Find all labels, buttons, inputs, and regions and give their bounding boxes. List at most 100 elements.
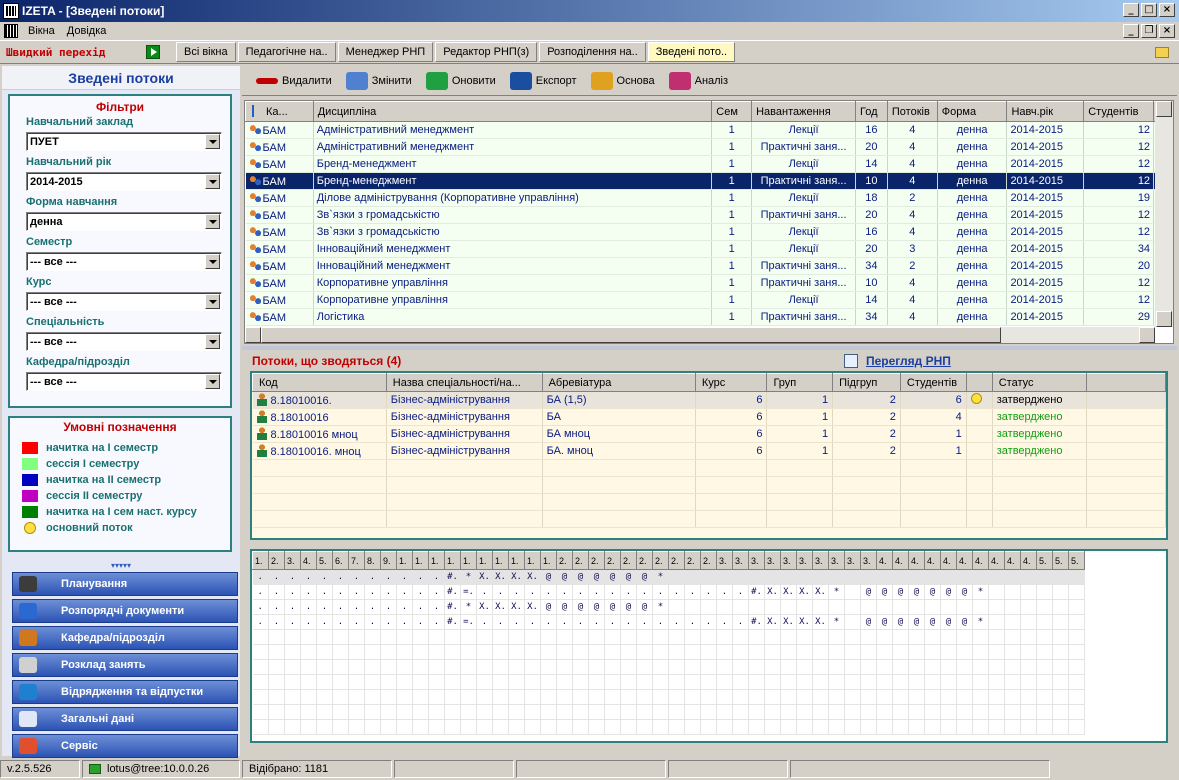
maximize-button[interactable]: □ (1141, 3, 1157, 17)
schedule-row[interactable] (252, 674, 1085, 690)
column-header[interactable]: Підгруп (832, 373, 901, 392)
schedule-row[interactable] (252, 644, 1085, 660)
filter-select[interactable]: денна (26, 212, 222, 231)
column-header[interactable]: Навч.рік (1006, 101, 1085, 122)
table-row[interactable]: 8.18010016 Бізнес-адміністрування БА 6 1 2 4 за… (252, 408, 1166, 426)
child-restore-button[interactable]: ❐ (1141, 24, 1157, 38)
scroll-down-button[interactable] (1156, 311, 1172, 327)
disciplines-hscroll[interactable] (245, 327, 1155, 343)
filter-select[interactable]: --- все --- (26, 252, 222, 271)
schedule-row[interactable] (252, 719, 1085, 735)
nav-button[interactable]: Відрядження та відпустки (12, 680, 238, 704)
toolbar-button[interactable]: Основа (590, 71, 655, 90)
column-header[interactable]: Студентів (1083, 101, 1155, 122)
filter-select[interactable]: --- все --- (26, 372, 222, 391)
dropdown-arrow-icon[interactable] (205, 334, 220, 349)
toolbar-button[interactable]: Експорт (509, 71, 577, 90)
dropdown-arrow-icon[interactable] (205, 174, 220, 189)
schedule-row[interactable] (252, 689, 1085, 705)
nav-button[interactable]: Кафедра/підрозділ (12, 626, 238, 650)
column-header[interactable]: Назва спеціальності/на... (385, 373, 543, 392)
column-header[interactable]: Статус (991, 373, 1087, 392)
table-row[interactable]: БАМ Логістика 1 Практичні заня... 34 4 денна 20… (245, 308, 1173, 326)
table-row[interactable]: 8.18010016 мноц Бізнес-адміністрування БА … (252, 425, 1166, 443)
schedule-row[interactable] (252, 659, 1085, 675)
table-row[interactable]: 8.18010016. мноц Бізнес-адміністрування БА… (252, 442, 1166, 460)
table-row[interactable]: БАМ Ділове адміністрування (Корпоративне … (245, 189, 1173, 207)
column-header[interactable]: Абревіатура (541, 373, 696, 392)
schedule-row[interactable]: ............ #. =.................. #. X. X. X… (252, 614, 1085, 630)
column-header[interactable]: Код (252, 373, 387, 392)
mdi-child-icon[interactable] (4, 24, 18, 38)
quicknav-tab[interactable]: Всі вікна (176, 42, 236, 62)
schedule-row[interactable]: ............ #. * X. X. X. X. @ @ @ @ @ @ @ * (252, 569, 1085, 585)
quicknav-tab[interactable]: Зведені пото.. (647, 42, 736, 62)
quicknav-tab[interactable]: Редактор РНП(з) (435, 42, 538, 62)
filter-select[interactable]: --- все --- (26, 292, 222, 311)
toolbar-button[interactable]: Аналіз (668, 71, 728, 90)
scroll-right-button[interactable] (1139, 327, 1155, 343)
table-row[interactable]: БАМ Інноваційний менеджмент 1 Лекції 20 3 денн… (245, 240, 1173, 258)
toolbar-button[interactable]: Оновити (425, 71, 496, 90)
splitter[interactable] (242, 346, 1177, 350)
column-header[interactable]: Год (854, 101, 888, 122)
quicknav-tab[interactable]: Педагогічне на.. (237, 42, 336, 62)
table-row[interactable]: 8.18010016. Бізнес-адміністрування БА (1,5… (252, 391, 1166, 409)
table-row[interactable]: БАМ Інноваційний менеджмент 1 Практичні зан… (245, 257, 1173, 275)
column-header[interactable]: Дисципліна (312, 101, 713, 122)
menu-help[interactable]: Довідка (61, 25, 113, 37)
scroll-left-button[interactable] (245, 327, 261, 343)
child-close-button[interactable]: × (1159, 24, 1175, 38)
column-header[interactable]: Студентів (899, 373, 967, 392)
close-button[interactable]: × (1159, 3, 1175, 17)
nav-button[interactable]: Розпорядчі документи (12, 599, 238, 623)
column-header[interactable]: Ка... (245, 101, 314, 122)
menu-windows[interactable]: Вікна (22, 25, 61, 37)
table-row[interactable]: БАМ Бренд-менеджмент 1 Лекції 14 4 денна 2014-2… (245, 155, 1173, 173)
table-row[interactable]: БАМ Корпоративне управління 1 Лекції 14 4 денн… (245, 291, 1173, 309)
toolbar-button[interactable]: Видалити (256, 75, 332, 87)
table-row[interactable]: БАМ Адміністративний менеджмент 1 Практичні… (245, 138, 1173, 156)
minimize-button[interactable]: _ (1123, 3, 1139, 17)
table-row[interactable]: БАМ Адміністративний менеджмент 1 Лекції 16 4… (245, 121, 1173, 139)
schedule-row[interactable]: ............ #. =.................. #. X. X. X… (252, 584, 1085, 600)
filter-select[interactable]: 2014-2015 (26, 172, 222, 191)
column-header[interactable]: Потоків (886, 101, 938, 122)
column-header[interactable]: Курс (694, 373, 768, 392)
table-row[interactable]: БАМ Зв`язки з громадськістю 1 Лекції 16 4 денн… (245, 223, 1173, 241)
schedule-row[interactable]: ............ #. * X. X. X. X. @ @ @ @ @ @ @ * (252, 599, 1085, 615)
nav-button[interactable]: Розклад занять (12, 653, 238, 677)
toolbar-button[interactable]: Змінити (345, 71, 412, 90)
play-icon[interactable] (146, 45, 160, 59)
column-header[interactable]: Навантаження (751, 101, 856, 122)
filter-select[interactable]: --- все --- (26, 332, 222, 351)
dropdown-arrow-icon[interactable] (205, 294, 220, 309)
dropdown-arrow-icon[interactable] (205, 254, 220, 269)
table-row[interactable]: БАМ Зв`язки з громадськістю 1 Практичні зан… (245, 206, 1173, 224)
filter-select[interactable]: ПУЕТ (26, 132, 222, 151)
table-row[interactable]: БАМ Бренд-менеджмент 1 Практичні заня... 10 4… (245, 172, 1173, 190)
schedule-row[interactable] (252, 704, 1085, 720)
column-header[interactable]: Груп (766, 373, 834, 392)
view-rnp-label[interactable]: Перегляд РНП (866, 354, 951, 368)
column-header[interactable] (965, 373, 993, 392)
note-icon[interactable] (1155, 47, 1169, 58)
scroll-thumb[interactable] (261, 327, 1001, 343)
column-header[interactable]: Сем (711, 101, 753, 122)
expand-chevrons[interactable]: ▾▾▾▾▾ (2, 562, 240, 570)
dropdown-arrow-icon[interactable] (205, 134, 220, 149)
dropdown-arrow-icon[interactable] (205, 214, 220, 229)
view-rnp-link[interactable]: Перегляд РНП (844, 354, 951, 368)
table-row[interactable]: БАМ Корпоративне управління 1 Практичні зан… (245, 274, 1173, 292)
quicknav-tab[interactable]: Розподілення на.. (539, 42, 646, 62)
quicknav-tab[interactable]: Менеджер РНП (337, 42, 434, 62)
column-header[interactable]: Форма (936, 101, 1008, 122)
nav-button[interactable]: Сервіс (12, 734, 238, 758)
dropdown-arrow-icon[interactable] (205, 374, 220, 389)
schedule-row[interactable] (252, 629, 1085, 645)
scroll-up-button[interactable] (1156, 101, 1172, 117)
nav-button[interactable]: Планування (12, 572, 238, 596)
child-minimize-button[interactable]: _ (1123, 24, 1139, 38)
disciplines-vscroll[interactable] (1155, 101, 1173, 327)
nav-button[interactable]: Загальні дані (12, 707, 238, 731)
